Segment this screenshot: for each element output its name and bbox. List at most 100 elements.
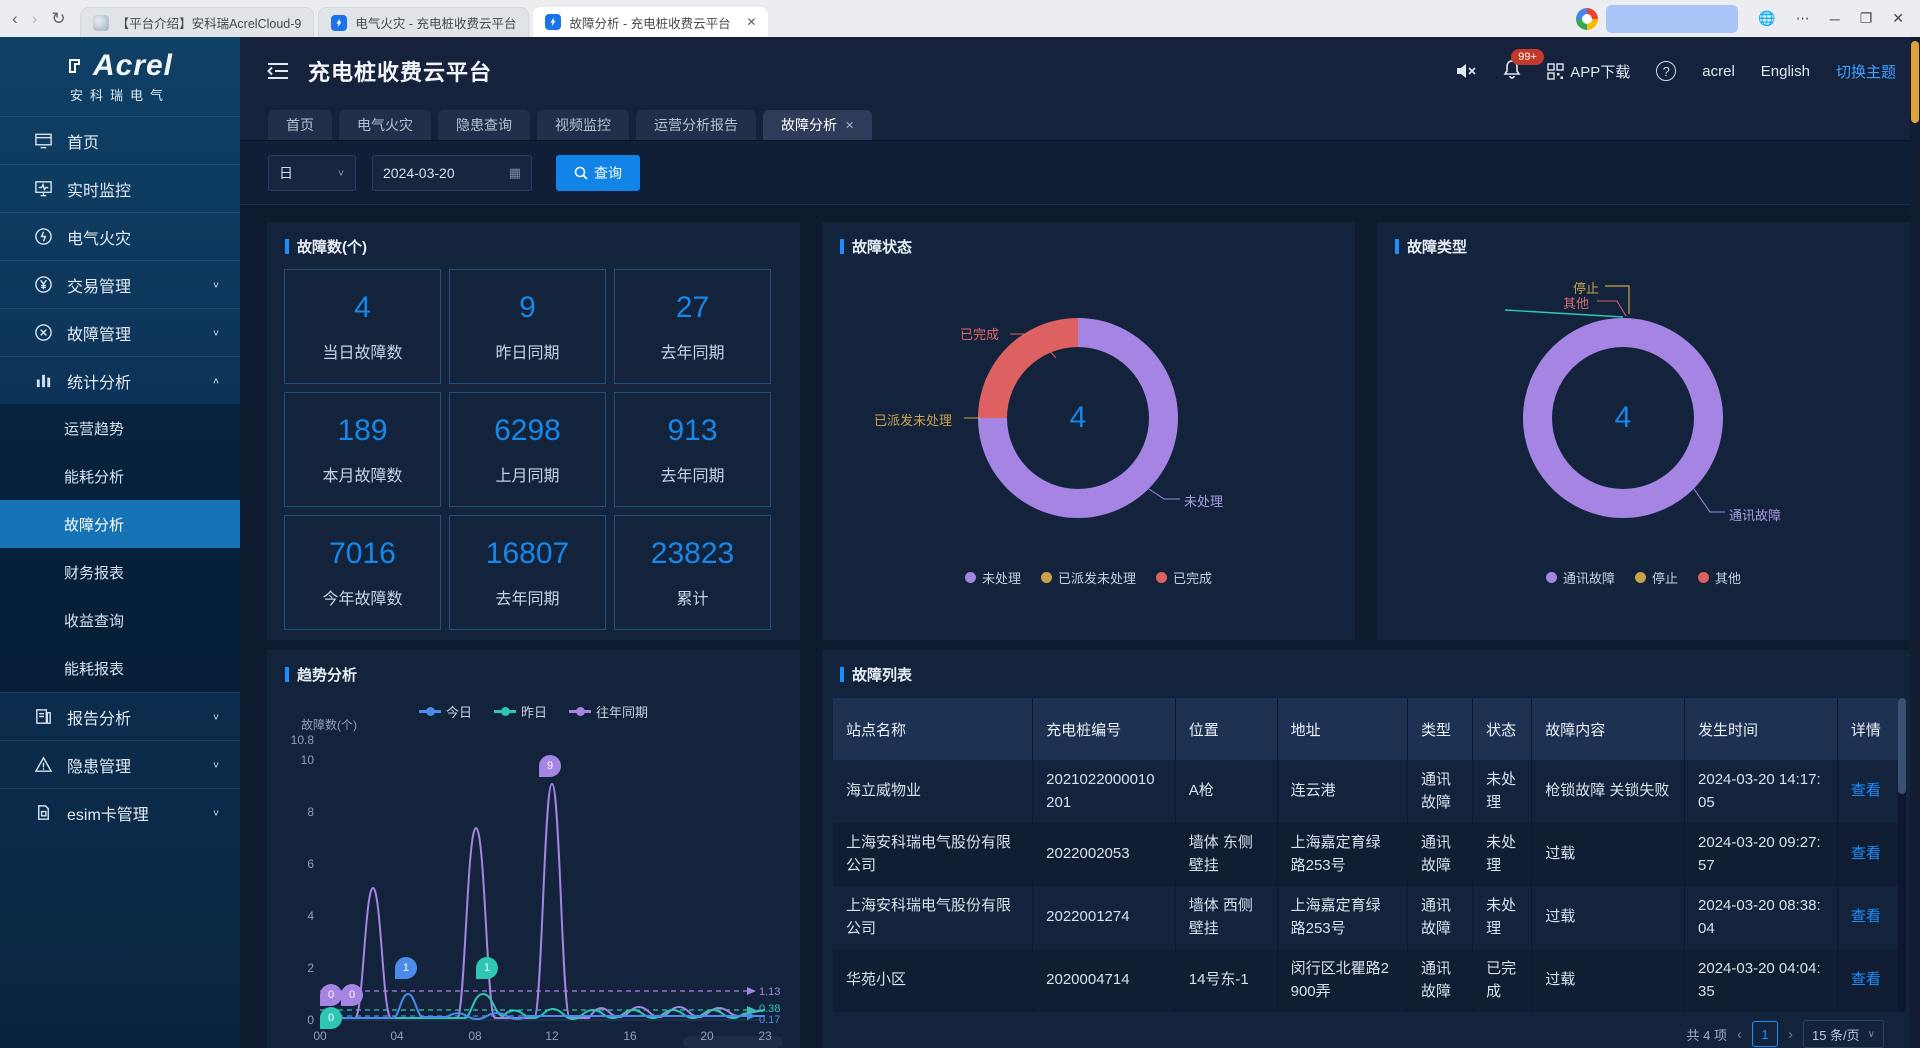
- globe-icon[interactable]: 🌐: [1758, 10, 1775, 27]
- stat-cards: 4当日故障数 9昨日同期 27去年同期 189本月故障数 6298上月同期 91…: [284, 269, 771, 630]
- mute-icon[interactable]: [1455, 62, 1477, 80]
- report-icon: [34, 707, 53, 726]
- yen-icon: [34, 275, 53, 294]
- extension-highlight: [1606, 5, 1738, 33]
- svg-text:04: 04: [390, 1029, 404, 1043]
- search-button[interactable]: 查询: [556, 155, 640, 191]
- sim-card-icon: [34, 803, 53, 822]
- svg-text:8: 8: [307, 805, 314, 819]
- window-restore-icon[interactable]: ❐: [1860, 10, 1873, 27]
- sidebar-item-home[interactable]: 首页: [0, 116, 240, 164]
- table-row[interactable]: 上海安科瑞电气股份有限公司 2022001274 墙体 西侧壁挂 上海嘉定育绿路…: [833, 886, 1899, 949]
- x-axis-ticks: 00 04 08 12 16 20 23: [313, 1029, 772, 1043]
- chevron-down-icon: ∨: [212, 759, 220, 769]
- view-detail-link[interactable]: 查看: [1851, 971, 1881, 988]
- view-detail-link[interactable]: 查看: [1851, 845, 1881, 862]
- sidebar-item-hazard-management[interactable]: 隐患管理 ∨: [0, 740, 240, 788]
- page-size-select[interactable]: 15 条/页 ∨: [1803, 1020, 1884, 1048]
- username[interactable]: acrel: [1702, 63, 1735, 80]
- sidebar-item-esim-management[interactable]: esim卡管理 ∨: [0, 788, 240, 836]
- markpoint: 0: [320, 1007, 342, 1029]
- browser-tab-3-active[interactable]: 故障分析 - 充电桩收费云平台 ✕: [533, 7, 768, 37]
- stat-card: 27去年同期: [614, 269, 771, 384]
- svg-text:20: 20: [700, 1029, 714, 1043]
- table-row[interactable]: 海立威物业 2021022000010201 A枪 连云港 通讯故障 未处理 枪…: [833, 760, 1899, 823]
- browser-back-icon[interactable]: ‹: [12, 9, 18, 29]
- stat-card: 23823累计: [614, 515, 771, 630]
- markpoint: 0: [341, 984, 363, 1006]
- scrollbar-thumb[interactable]: [1911, 41, 1919, 123]
- worktab-home[interactable]: 首页: [268, 110, 332, 140]
- panel-fault-status: 故障状态 4 已完成 已派发未处理 未处理 未处理 已派发未处理 已完成: [822, 222, 1355, 640]
- period-select[interactable]: 日 ∨: [268, 155, 356, 191]
- theme-switch-link[interactable]: 切换主题: [1836, 61, 1896, 82]
- worktab-hazard-query[interactable]: 隐患查询: [438, 110, 530, 140]
- page-scrollbar[interactable]: [1910, 37, 1920, 1048]
- sidebar-subitem-financial-report[interactable]: 财务报表: [0, 548, 240, 596]
- window-minimize-icon[interactable]: ─: [1830, 11, 1840, 27]
- sidebar-item-realtime-monitor[interactable]: 实时监控: [0, 164, 240, 212]
- view-detail-link[interactable]: 查看: [1851, 908, 1881, 925]
- svg-text:6: 6: [307, 857, 314, 871]
- worktab-video-monitor[interactable]: 视频监控: [537, 110, 629, 140]
- donut-center-value: 4: [1523, 318, 1723, 518]
- svg-text:10: 10: [301, 753, 315, 767]
- sidebar-subitem-fault-analysis[interactable]: 故障分析: [0, 500, 240, 548]
- markpoint: 1: [395, 957, 417, 979]
- sidebar-subitem-operation-trend[interactable]: 运营趋势: [0, 404, 240, 452]
- panel-title: 故障数(个): [285, 236, 367, 257]
- stat-card: 6298上月同期: [449, 392, 606, 507]
- browser-forward-icon[interactable]: ›: [32, 9, 38, 29]
- tab-favicon: [545, 14, 561, 30]
- worktab-fault-analysis[interactable]: 故障分析 ✕: [763, 110, 872, 140]
- calendar-icon: ▦: [509, 165, 521, 181]
- sidebar-subitem-energy-analysis[interactable]: 能耗分析: [0, 452, 240, 500]
- table-scrollbar[interactable]: [1898, 698, 1906, 1012]
- sidebar-item-report-analysis[interactable]: 报告分析 ∨: [0, 692, 240, 740]
- worktab-electrical-fire[interactable]: 电气火灾: [339, 110, 431, 140]
- sidebar-collapse-icon[interactable]: [266, 62, 290, 80]
- browser-tab-2[interactable]: 电气火灾 - 充电桩收费云平台: [318, 7, 529, 37]
- svg-text:2: 2: [307, 961, 314, 975]
- browser-tab-1[interactable]: 【平台介绍】安科瑞AcrelCloud-9: [80, 7, 315, 37]
- tab-favicon: [93, 15, 109, 31]
- markpoint-max: 9: [539, 755, 561, 777]
- current-page[interactable]: 1: [1752, 1021, 1778, 1047]
- fault-icon: [34, 323, 53, 342]
- extension-icon[interactable]: [1576, 8, 1598, 30]
- date-picker[interactable]: 2024-03-20 ▦: [372, 155, 532, 191]
- view-detail-link[interactable]: 查看: [1851, 782, 1881, 799]
- window-close-icon[interactable]: ✕: [1892, 10, 1904, 27]
- sidebar-item-transactions[interactable]: 交易管理 ∨: [0, 260, 240, 308]
- tab-close-icon[interactable]: ✕: [746, 15, 756, 29]
- sidebar-subitem-revenue-query[interactable]: 收益查询: [0, 596, 240, 644]
- svg-text:23: 23: [758, 1029, 772, 1043]
- app-header: 充电桩收费云平台 99+ APP下载 ? a: [240, 37, 1920, 105]
- next-page-icon[interactable]: ›: [1788, 1026, 1793, 1043]
- help-icon[interactable]: ?: [1656, 61, 1676, 81]
- sidebar: Acrel 安科瑞电气 首页 实时监控 电气火灾 交易管理 ∨: [0, 37, 240, 1048]
- sidebar-item-statistics[interactable]: 统计分析 ∧: [0, 356, 240, 404]
- browser-tab-title: 电气火灾 - 充电桩收费云平台: [355, 13, 516, 32]
- notifications-bell[interactable]: 99+: [1503, 59, 1521, 83]
- table-row[interactable]: 华苑小区 2020004714 14号东-1 闵行区北瞿路2900弄 通讯故障 …: [833, 949, 1899, 1012]
- prev-page-icon[interactable]: ‹: [1737, 1026, 1742, 1043]
- query-bar: 日 ∨ 2024-03-20 ▦ 查询: [240, 141, 1920, 205]
- table-row[interactable]: 上海安科瑞电气股份有限公司 2022002053 墙体 东侧壁挂 上海嘉定育绿路…: [833, 823, 1899, 886]
- pie-label-done: 已完成: [960, 324, 999, 343]
- chevron-down-icon: ∨: [212, 327, 220, 337]
- browser-tab-title: 【平台介绍】安科瑞AcrelCloud-9: [117, 13, 302, 32]
- app-download[interactable]: APP下载: [1547, 61, 1630, 82]
- tab-close-icon[interactable]: ✕: [845, 119, 854, 132]
- svg-text:0: 0: [307, 1013, 314, 1027]
- sidebar-item-fault-management[interactable]: 故障管理 ∨: [0, 308, 240, 356]
- browser-menu-icon[interactable]: ⋯: [1796, 10, 1810, 27]
- svg-text:16: 16: [623, 1029, 637, 1043]
- sidebar-subitem-energy-report[interactable]: 能耗报表: [0, 644, 240, 692]
- table-header-row: 站点名称 充电桩编号 位置 地址 类型 状态 故障内容 发生时间 详情: [833, 698, 1899, 760]
- pie-label-pending: 未处理: [1184, 491, 1223, 510]
- worktab-operation-report[interactable]: 运营分析报告: [636, 110, 756, 140]
- browser-reload-icon[interactable]: ↻: [51, 9, 65, 29]
- language-switch[interactable]: English: [1761, 63, 1810, 80]
- sidebar-item-electrical-fire[interactable]: 电气火灾: [0, 212, 240, 260]
